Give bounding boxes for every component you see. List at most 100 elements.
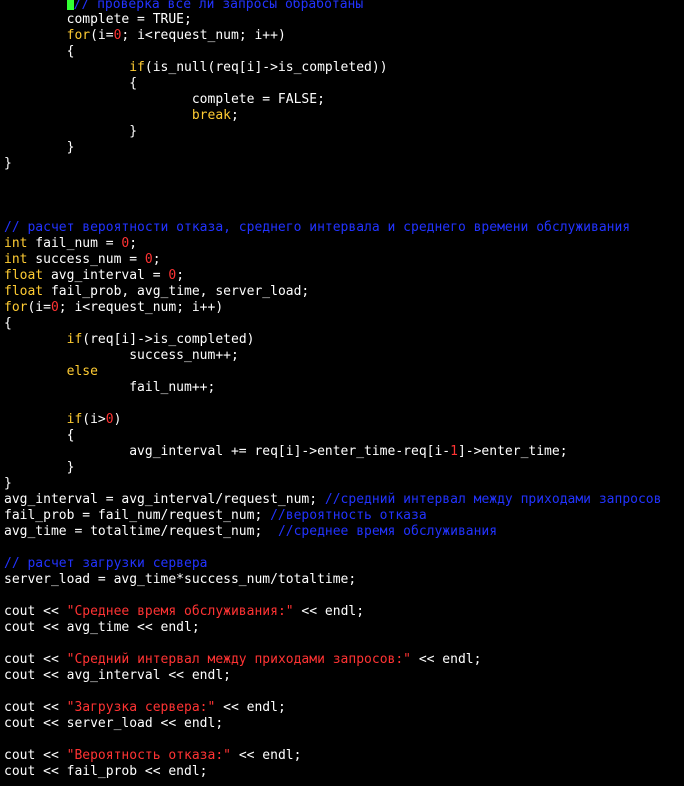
code-line[interactable]: fail_num++; <box>4 380 684 396</box>
code-text: << endl; <box>293 604 365 619</box>
code-text: ; <box>152 252 161 267</box>
code-text: avg_time = totaltime/request_num; <box>4 524 278 539</box>
code-text: cout << fail_prob << endl; <box>4 764 208 779</box>
code-editor[interactable]: // проверка все ли запросы обработаны co… <box>4 0 684 780</box>
code-text: (is_null(req[i]->is_completed)) <box>144 60 388 75</box>
code-text: fail_num = <box>27 236 122 251</box>
keyword-token: break <box>191 108 231 123</box>
code-line[interactable]: } <box>4 460 684 476</box>
number-token: 0 <box>105 412 114 427</box>
code-line[interactable]: float fail_prob, avg_time, server_load; <box>4 284 684 300</box>
code-text: } <box>4 156 12 171</box>
code-text: success_num = <box>27 252 145 267</box>
number-token: 0 <box>144 252 153 267</box>
code-line[interactable]: { <box>4 44 684 60</box>
code-text: cout << <box>4 604 67 619</box>
code-text: << endl; <box>231 748 302 763</box>
code-line[interactable]: cout << "Загрузка сервера:" << endl; <box>4 700 684 716</box>
code-text: cout << server_load << endl; <box>4 716 224 731</box>
keyword-token: else <box>66 364 98 379</box>
code-line[interactable]: success_num++; <box>4 348 684 364</box>
code-text: avg_interval = <box>43 268 169 283</box>
code-text: complete = FALSE; <box>4 92 325 107</box>
code-text: cout << avg_time << endl; <box>4 620 200 635</box>
code-line[interactable] <box>4 684 684 700</box>
comment-token: //средний интервал между приходами запро… <box>324 492 662 507</box>
code-text: ; <box>230 108 239 123</box>
string-token: "Среднее время обслуживания:" <box>66 604 294 619</box>
code-line[interactable]: cout << avg_interval << endl; <box>4 668 684 684</box>
keyword-token: float <box>4 284 44 299</box>
code-line[interactable] <box>4 636 684 652</box>
code-text: (i= <box>90 28 114 43</box>
code-line[interactable]: avg_time = totaltime/request_num; //сред… <box>4 524 684 540</box>
code-line[interactable]: complete = TRUE; <box>4 12 684 28</box>
code-line[interactable]: int fail_num = 0; <box>4 236 684 252</box>
comment-token: // проверка все ли запросы обработаны <box>73 0 364 12</box>
code-text: << endl; <box>215 700 286 715</box>
comment-token: // расчет вероятности отказа, среднего и… <box>4 220 631 235</box>
keyword-token: int <box>4 236 28 251</box>
code-line[interactable]: if(i>0) <box>4 412 684 428</box>
code-line[interactable]: for(i=0; i<request_num; i++) <box>4 28 684 44</box>
code-line[interactable]: } <box>4 140 684 156</box>
code-line[interactable]: for(i=0; i<request_num; i++) <box>4 300 684 316</box>
number-token: 1 <box>450 444 458 459</box>
code-text: cout << <box>4 748 67 763</box>
code-text: (i= <box>27 300 51 315</box>
code-line[interactable]: server_load = avg_time*success_num/total… <box>4 572 684 588</box>
keyword-token: if <box>66 412 83 427</box>
code-line[interactable]: // расчет вероятности отказа, среднего и… <box>4 220 684 236</box>
code-line[interactable]: // расчет загрузки сервера <box>4 556 684 572</box>
code-line[interactable]: else <box>4 364 684 380</box>
code-line[interactable]: avg_interval += req[i]->enter_time-req[i… <box>4 444 684 460</box>
string-token: "Загрузка сервера:" <box>66 700 216 715</box>
code-line[interactable]: } <box>4 476 684 492</box>
code-line[interactable] <box>4 188 684 204</box>
code-text: complete = TRUE; <box>4 12 192 27</box>
code-line[interactable]: { <box>4 316 684 332</box>
code-line[interactable]: break; <box>4 108 684 124</box>
code-text: << endl; <box>411 652 482 667</box>
comment-token: //вероятность отказа <box>270 508 427 523</box>
code-line[interactable]: cout << server_load << endl; <box>4 716 684 732</box>
keyword-token: if <box>66 332 83 347</box>
code-line[interactable] <box>4 396 684 412</box>
code-line[interactable]: int success_num = 0; <box>4 252 684 268</box>
code-line[interactable]: cout << fail_prob << endl; <box>4 764 684 780</box>
code-text: } <box>4 460 75 475</box>
code-line[interactable]: } <box>4 156 684 172</box>
code-line[interactable]: if(is_null(req[i]->is_completed)) <box>4 60 684 76</box>
keyword-token: float <box>4 268 44 283</box>
code-line[interactable]: float avg_interval = 0; <box>4 268 684 284</box>
code-line[interactable]: cout << avg_time << endl; <box>4 620 684 636</box>
code-line[interactable]: } <box>4 124 684 140</box>
code-line[interactable] <box>4 588 684 604</box>
code-line[interactable]: cout << "Вероятность отказа:" << endl; <box>4 748 684 764</box>
code-line[interactable]: cout << "Среднее время обслуживания:" <<… <box>4 604 684 620</box>
code-line[interactable]: { <box>4 76 684 92</box>
code-line[interactable] <box>4 204 684 220</box>
code-line[interactable]: fail_prob = fail_num/request_num; //веро… <box>4 508 684 524</box>
code-text: } <box>4 476 12 491</box>
code-line[interactable]: { <box>4 428 684 444</box>
code-text: ; i<request_num; i++) <box>121 28 286 43</box>
code-line[interactable] <box>4 732 684 748</box>
code-text: ]->enter_time; <box>457 444 568 459</box>
code-text: } <box>4 124 138 139</box>
string-token: "Вероятность отказа:" <box>66 748 231 763</box>
code-text: fail_prob, avg_time, server_load; <box>43 284 310 299</box>
code-line[interactable]: avg_interval = avg_interval/request_num;… <box>4 492 684 508</box>
code-line[interactable]: complete = FALSE; <box>4 92 684 108</box>
code-line[interactable] <box>4 172 684 188</box>
code-text: cout << <box>4 652 67 667</box>
keyword-token: int <box>4 252 28 267</box>
code-line[interactable] <box>4 540 684 556</box>
code-line[interactable]: cout << "Средний интервал между приходам… <box>4 652 684 668</box>
code-line[interactable]: if(req[i]->is_completed) <box>4 332 684 348</box>
code-line[interactable]: // проверка все ли запросы обработаны <box>4 0 684 12</box>
